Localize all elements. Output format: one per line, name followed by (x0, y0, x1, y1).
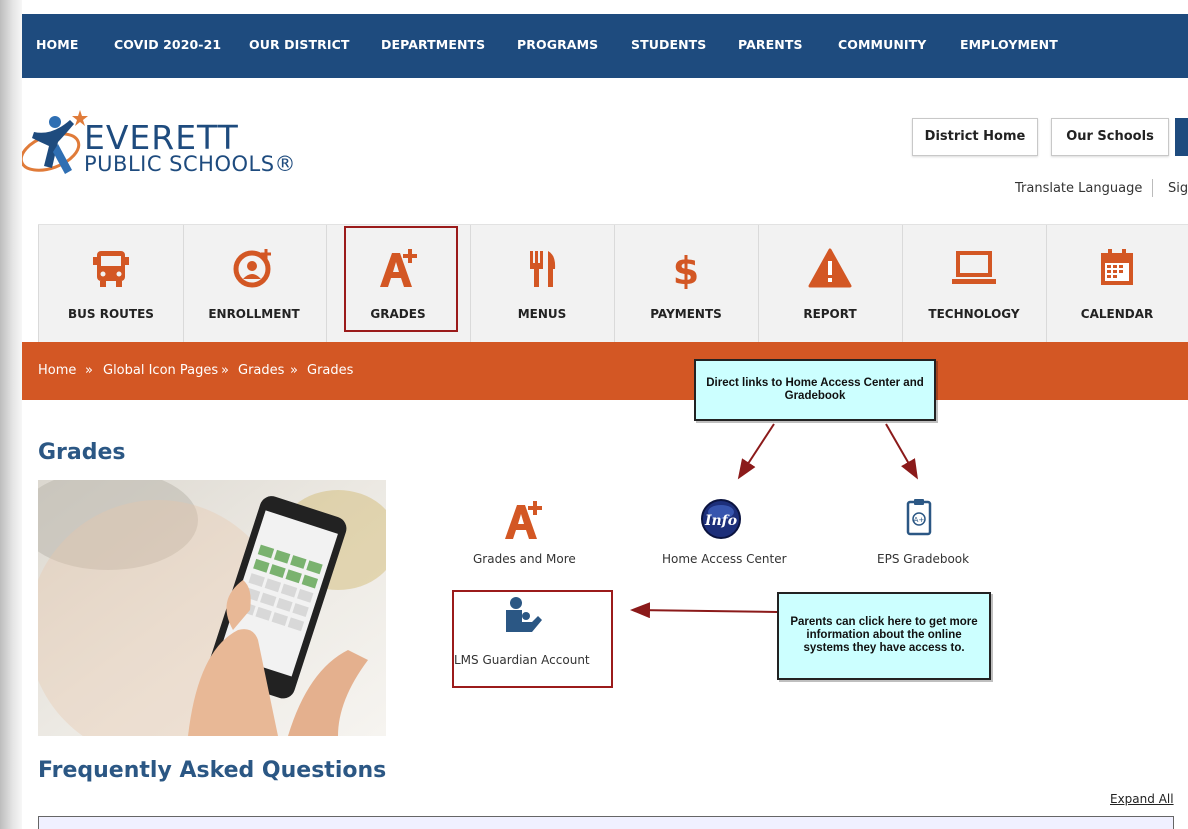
arrow-to-lms (630, 602, 778, 619)
dollar-icon: $ (673, 249, 699, 293)
quick-link-menus[interactable]: MENUS (470, 225, 615, 343)
lms-highlight-box (452, 590, 613, 688)
quick-links-bar: BUS ROUTES ENROLLMENT GRADES MENUS $ PAY… (38, 224, 1188, 343)
breadcrumb: Home » Global Icon Pages » Grades » Grad… (22, 342, 1188, 400)
faq-first-item[interactable] (38, 816, 1174, 829)
faq-title: Frequently Asked Questions (38, 758, 387, 783)
quick-link-enrollment[interactable]: ENROLLMENT (182, 225, 327, 343)
crumb-home[interactable]: Home (38, 363, 76, 378)
report-label: REPORT (803, 307, 857, 321)
crumb-current: Grades (307, 363, 354, 378)
enrollment-plus-icon (233, 249, 271, 288)
svg-text:A+: A+ (914, 516, 925, 524)
arrow-to-hac (737, 423, 775, 480)
payments-label: PAYMENTS (650, 307, 722, 321)
our-schools-button[interactable]: Our Schools (1051, 118, 1169, 156)
callout-parents-info: Parents can click here to get more infor… (777, 592, 991, 680)
a-plus-icon (505, 501, 542, 539)
header-divider (1152, 179, 1153, 197)
calendar-icon (1101, 249, 1133, 285)
cut-off-button[interactable] (1175, 118, 1188, 156)
grades-highlight-box (344, 226, 458, 332)
district-home-button[interactable]: District Home (912, 118, 1038, 156)
svg-text:$: $ (673, 249, 699, 289)
eps-gradebook-label: EPS Gradebook (877, 552, 970, 566)
calendar-label: CALENDAR (1080, 307, 1154, 321)
warning-icon (808, 248, 852, 288)
translate-link[interactable]: Translate Language (1015, 181, 1142, 196)
nav-employment[interactable]: EMPLOYMENT (960, 37, 1058, 52)
logo-line2: PUBLIC SCHOOLS® (84, 152, 297, 176)
page-title: Grades (38, 440, 126, 465)
crumb-sep-2: » (221, 363, 229, 378)
quick-link-report[interactable]: REPORT (758, 225, 903, 343)
logo-figure-icon (22, 110, 88, 174)
menus-label: MENUS (517, 307, 567, 321)
expand-all-link[interactable]: Expand All (1110, 792, 1174, 806)
nav-our-district[interactable]: OUR DISTRICT (249, 37, 350, 52)
enrollment-label: ENROLLMENT (208, 307, 300, 321)
quick-link-calendar[interactable]: CALENDAR (1046, 225, 1188, 343)
technology-label: TECHNOLOGY (928, 307, 1020, 321)
window-shadow (0, 0, 22, 829)
nav-programs[interactable]: PROGRAMS (517, 37, 598, 52)
web-page: HOME COVID 2020-21 OUR DISTRICT DEPARTME… (22, 14, 1188, 829)
laptop-icon (952, 251, 996, 284)
nav-community[interactable]: COMMUNITY (838, 37, 926, 52)
nav-departments[interactable]: DEPARTMENTS (381, 37, 485, 52)
crumb-sep-1: » (85, 363, 93, 378)
crumb-sep-3: » (290, 363, 298, 378)
nav-parents[interactable]: PARENTS (738, 37, 803, 52)
grades-and-more-label: Grades and More (473, 552, 576, 566)
info-icon-text: Info (704, 513, 737, 529)
nav-covid[interactable]: COVID 2020-21 (114, 37, 221, 52)
crumb-grades[interactable]: Grades (238, 363, 284, 378)
nav-home[interactable]: HOME (36, 37, 78, 52)
screenshot-frame: HOME COVID 2020-21 OUR DISTRICT DEPARTME… (0, 0, 1188, 829)
callout-direct-links: Direct links to Home Access Center and G… (694, 359, 936, 421)
top-nav: HOME COVID 2020-21 OUR DISTRICT DEPARTME… (22, 14, 1188, 78)
sign-in-link[interactable]: Sig (1168, 181, 1188, 196)
info-globe-icon: Info (701, 499, 741, 539)
quick-link-technology[interactable]: TECHNOLOGY (902, 225, 1047, 343)
bus-routes-label: BUS ROUTES (68, 307, 154, 321)
clipboard-grade-icon: A+ (906, 499, 932, 536)
home-access-center-label: Home Access Center (662, 552, 787, 566)
fork-knife-icon (530, 251, 556, 287)
bus-icon (93, 251, 129, 287)
nav-students[interactable]: STUDENTS (631, 37, 706, 52)
arrow-to-gradebook (885, 423, 918, 480)
crumb-global-icon-pages[interactable]: Global Icon Pages (103, 363, 218, 378)
phone-photo (38, 480, 386, 736)
quick-link-bus-routes[interactable]: BUS ROUTES (38, 225, 184, 343)
quick-link-payments[interactable]: $ PAYMENTS (614, 225, 759, 343)
